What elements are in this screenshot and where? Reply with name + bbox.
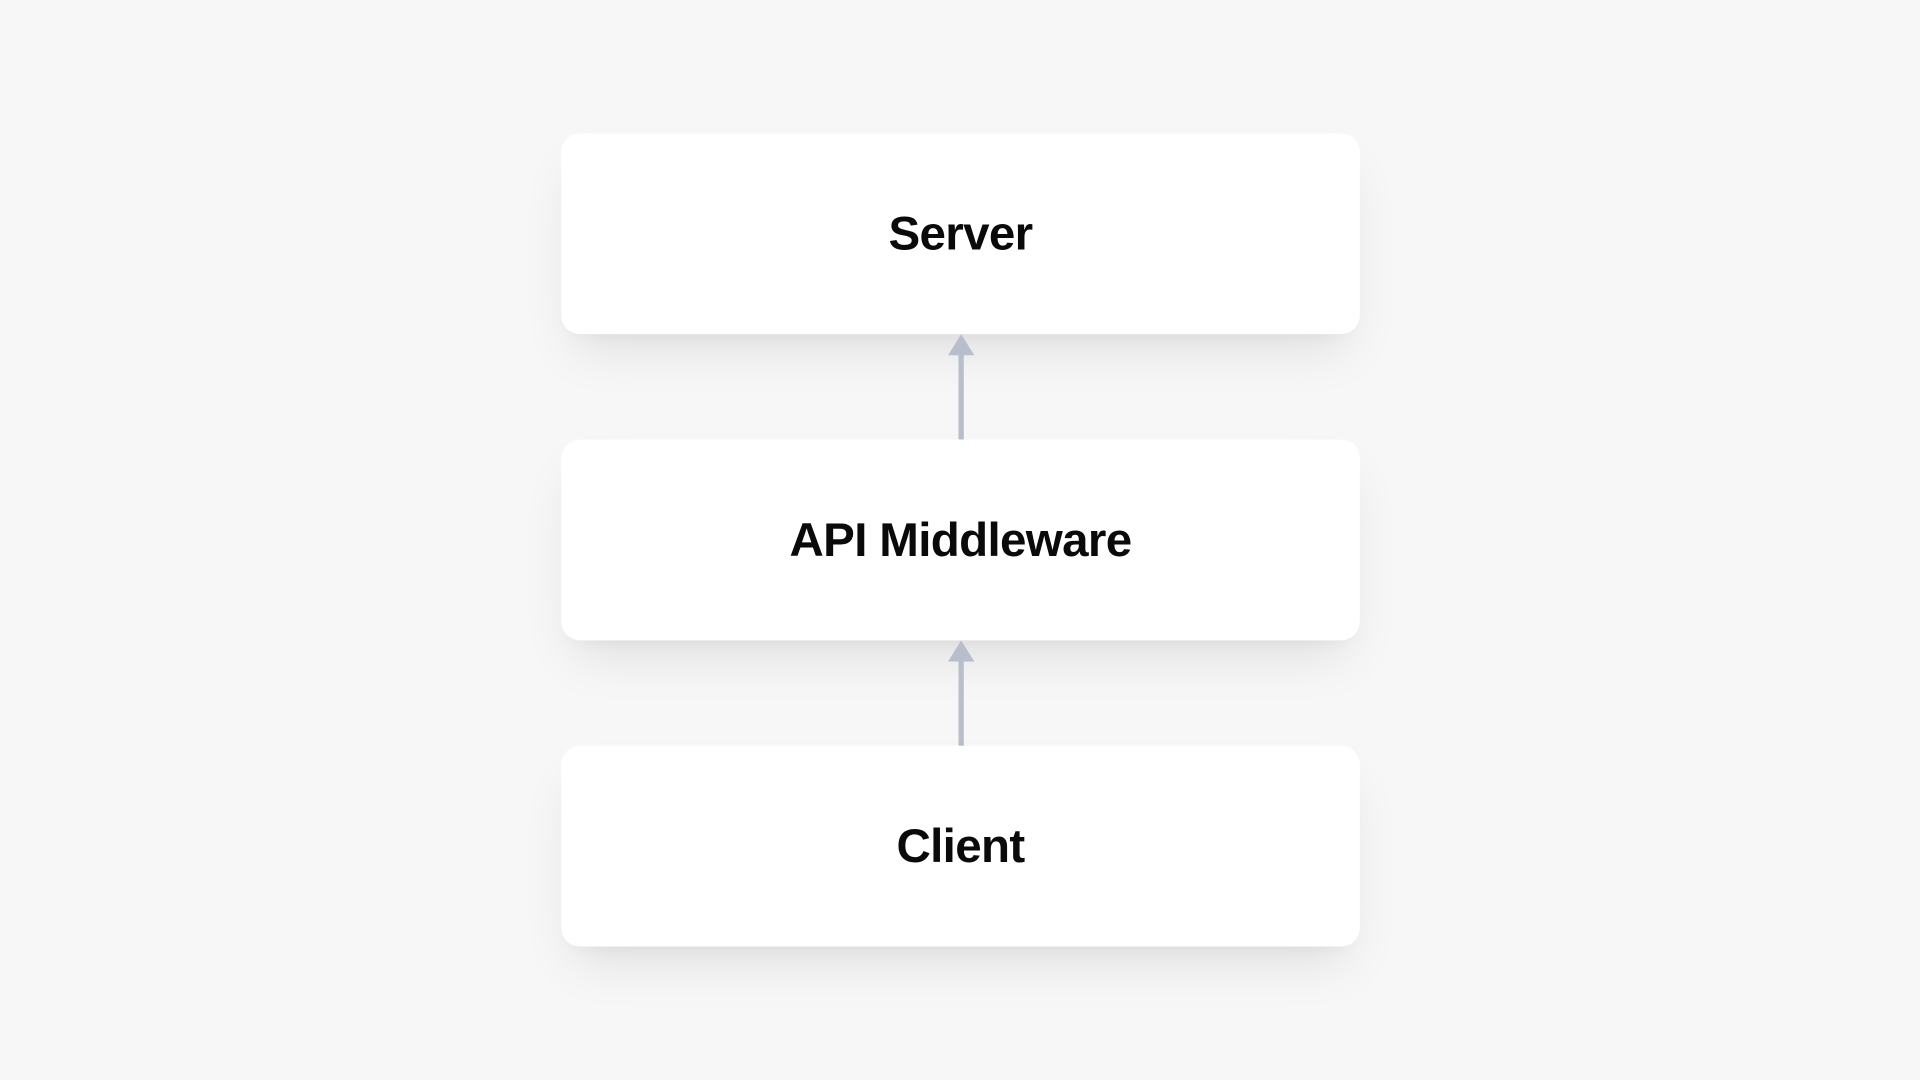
server-label: Server — [888, 206, 1032, 261]
arrow-middle-to-top — [942, 334, 979, 440]
server-node: Server — [561, 133, 1360, 334]
middleware-label: API Middleware — [789, 512, 1131, 567]
client-label: Client — [896, 819, 1024, 874]
middleware-node: API Middleware — [561, 440, 1360, 641]
arrow-up-icon — [942, 640, 979, 746]
architecture-diagram: Server API Middleware Client — [561, 133, 1360, 946]
arrow-up-icon — [942, 334, 979, 440]
arrow-bottom-to-middle — [942, 640, 979, 746]
client-node: Client — [561, 746, 1360, 947]
